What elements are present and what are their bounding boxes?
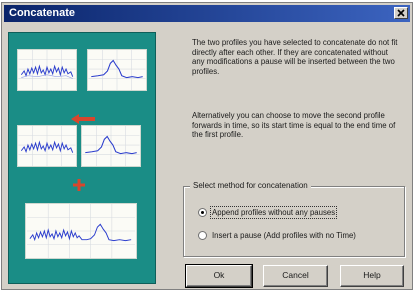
insert-pause-label[interactable]: Insert a pause (Add profiles with no Tim… — [212, 231, 356, 240]
insert-pause-radio[interactable]: Insert a pause (Add profiles with no Tim… — [198, 230, 388, 242]
method-group-label: Select method for concatenation — [190, 181, 311, 190]
close-icon — [397, 9, 405, 17]
profile-a-shifted-thumbnail — [17, 125, 77, 167]
explanation-text: The two profiles you have selected to co… — [192, 38, 398, 76]
dialog-title: Concatenate — [9, 7, 76, 19]
left-arrow-icon — [71, 114, 95, 124]
profile-a-thumbnail — [17, 49, 77, 91]
profile-b-shifted-thumbnail — [81, 125, 141, 167]
append-without-pauses-label[interactable]: Append profiles without any pauses — [209, 206, 338, 219]
help-button[interactable]: Help — [340, 265, 404, 287]
concatenate-dialog: Concatenate The two profiles you have se… — [1, 2, 413, 290]
title-bar[interactable]: Concatenate — [4, 5, 410, 22]
plus-icon — [73, 179, 85, 191]
close-button[interactable] — [394, 7, 408, 19]
concatenation-illustration — [8, 32, 156, 284]
cancel-button[interactable]: Cancel — [263, 265, 328, 287]
method-groupbox: Select method for concatenation Append p… — [183, 181, 405, 257]
radio-unselected-indicator[interactable] — [198, 231, 207, 240]
alternative-text: Alternatively you can choose to move the… — [192, 111, 396, 140]
ok-button[interactable]: Ok — [185, 264, 253, 288]
profile-b-thumbnail — [87, 49, 147, 91]
append-without-pauses-radio[interactable]: Append profiles without any pauses — [198, 206, 388, 219]
concatenated-profile-thumbnail — [25, 203, 137, 259]
radio-selected-indicator[interactable] — [198, 208, 207, 217]
